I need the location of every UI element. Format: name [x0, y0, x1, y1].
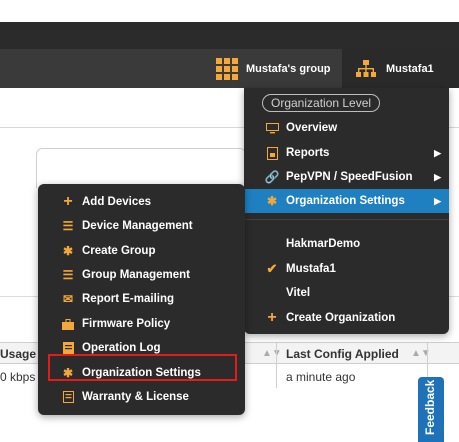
list-icon: ☰ — [62, 219, 74, 233]
menu-item-report-emailing[interactable]: ✉ Report E-mailing — [54, 287, 245, 311]
link-icon: 🔗 — [264, 170, 280, 184]
group-selector-button[interactable]: Mustafa's group — [214, 49, 342, 88]
menu-item-label: Create Group — [82, 245, 156, 257]
report-icon — [258, 146, 286, 160]
list-icon: ☰ — [62, 268, 74, 282]
column-divider — [276, 342, 277, 388]
cell-usage: 0 kbps — [0, 370, 36, 384]
chevron-right-icon: ▶ — [434, 196, 441, 206]
org-tree-icon — [356, 59, 376, 77]
menu-item-organization-settings[interactable]: ✱ Organization Settings ▶ — [244, 189, 449, 213]
menu-item-label: PepVPN / SpeedFusion — [286, 171, 413, 183]
certificate-icon — [54, 391, 82, 403]
menu-item-label: Group Management — [82, 269, 190, 281]
menu-item-reports[interactable]: Reports ▶ — [258, 141, 449, 165]
menu-item-device-management[interactable]: ☰ Device Management — [54, 214, 245, 238]
top-strip — [0, 0, 459, 22]
org-item-mustafa1[interactable]: ✔ Mustafa1 — [258, 257, 449, 281]
feedback-tab[interactable]: Feedback — [418, 377, 444, 442]
envelope-icon: ✉ — [62, 292, 74, 306]
briefcase-icon — [54, 318, 82, 330]
org-item-vitel[interactable]: Vitel — [286, 281, 449, 305]
menu-item-label: Report E-mailing — [82, 293, 175, 305]
org-item-label: Vitel — [286, 287, 311, 299]
org-item-label: Mustafa1 — [286, 263, 336, 275]
menu-item-label: Add Devices — [82, 196, 152, 208]
menu-item-group-management[interactable]: ☰ Group Management — [54, 263, 245, 287]
menu-divider — [244, 219, 449, 220]
checkmark-icon: ✔ — [266, 261, 278, 276]
menu-item-overview[interactable]: Overview — [258, 116, 449, 140]
organization-menu: Organization Level Overview Reports ▶ 🔗 … — [244, 88, 449, 334]
menu-item-label: Firmware Policy — [82, 318, 171, 330]
menu-item-label: Create Organization — [286, 312, 396, 324]
menu-item-create-group[interactable]: ✱ Create Group — [54, 239, 245, 263]
org-item-label: HakmarDemo — [286, 238, 361, 250]
menu-item-label: Overview — [286, 122, 338, 134]
gear-icon: ✱ — [266, 194, 278, 208]
feedback-label: Feedback — [423, 379, 437, 435]
cell-last-config: a minute ago — [286, 370, 356, 384]
gear-icon: ✱ — [62, 244, 74, 258]
col-usage-header[interactable]: Usage — [0, 343, 36, 365]
menu-item-pepvpn[interactable]: 🔗 PepVPN / SpeedFusion ▶ — [258, 165, 449, 189]
grid-apps-icon — [216, 57, 238, 80]
chevron-right-icon: ▶ — [434, 172, 441, 182]
organization-level-label: Organization Level — [262, 94, 381, 112]
create-organization-item[interactable]: + Create Organization — [258, 306, 449, 330]
highlight-callout-box — [48, 354, 237, 381]
content-card — [36, 148, 246, 188]
header-bar — [0, 22, 459, 49]
plus-icon: + — [63, 193, 73, 210]
col-last-config-header[interactable]: Last Config Applied — [286, 343, 399, 365]
menu-item-label: Reports — [286, 147, 330, 159]
menu-item-label: Organization Settings — [286, 195, 405, 207]
menu-item-add-devices[interactable]: + Add Devices — [54, 190, 245, 214]
menu-item-label: Device Management — [82, 220, 193, 232]
menu-item-firmware-policy[interactable]: Firmware Policy — [54, 312, 245, 336]
chevron-right-icon: ▶ — [434, 148, 441, 158]
org-name: Mustafa1 — [386, 62, 434, 75]
sort-icon[interactable]: ▲▼ — [262, 343, 282, 365]
monitor-icon — [258, 122, 286, 134]
log-icon — [54, 342, 82, 354]
menu-item-label: Operation Log — [82, 342, 161, 354]
org-selector-button[interactable]: Mustafa1 — [342, 49, 459, 88]
group-name: Mustafa's group — [246, 62, 331, 75]
menu-item-warranty-license[interactable]: Warranty & License — [54, 385, 245, 409]
org-item-hakmardemo[interactable]: HakmarDemo — [286, 232, 449, 256]
plus-icon: + — [267, 309, 277, 326]
menu-item-label: Warranty & License — [82, 391, 189, 403]
